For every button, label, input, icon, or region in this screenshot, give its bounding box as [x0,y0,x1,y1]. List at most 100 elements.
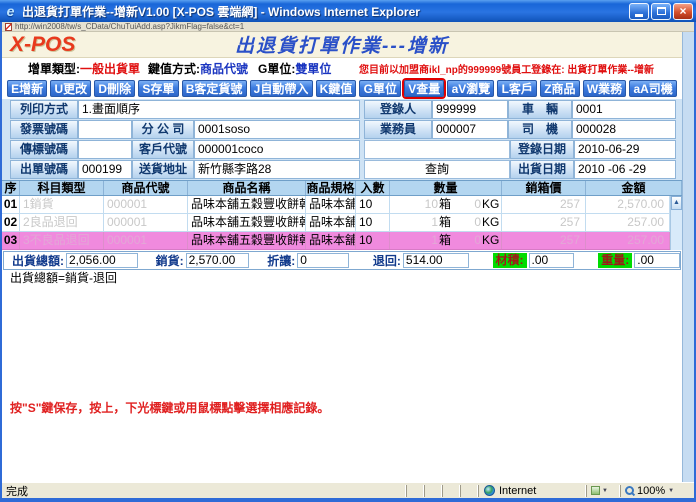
discount-field[interactable]: 0 [297,253,349,268]
cell-price: 257 [502,196,586,213]
invoice-label: 發票號碼 [10,120,78,139]
table-scrollbar[interactable]: ▲ [670,196,682,250]
invoice-field[interactable] [78,120,132,139]
xpos-logo: X-POS [10,33,75,57]
page-title: 出退貨打單作業---增新 [2,31,682,58]
cell-quantity: 1箱0KG [390,214,502,231]
toolbar-button-aV[interactable]: aV瀏覽 [447,80,494,97]
title-bar: e 出退貨打單作業--增新V1.00 [X-POS 雲端網] - Windows… [0,0,696,22]
cell-spec: 品味本舖五 [306,232,356,249]
toolbar-button-L[interactable]: L客戶 [497,80,537,97]
slip-label: 傳標號碼 [10,140,78,159]
table-row[interactable]: 022良品退回000001品味本舖五穀豐收餅乾品味本舖五101箱0KG25725… [2,214,670,232]
spacer [2,287,682,400]
g-unit-value: 雙單位 [295,60,331,77]
column-header-2: 商品代號 [104,181,188,195]
driver-field[interactable]: 000028 [572,120,676,139]
toolbar-button-S[interactable]: S存單 [138,80,178,97]
table-body: 011銷貨000001品味本舖五穀豐收餅乾品味本舖五1010箱0KG2572,5… [2,196,682,250]
cell-quantity: 1箱0KG [390,232,502,249]
cell-type: 1銷貨 [20,196,104,213]
window-frame: http://win2008/tw/s_CData/ChuTuiAdd.asp?… [0,22,696,502]
status-text: 完成 [2,483,406,499]
registrant-field[interactable]: 999999 [432,100,508,119]
security-zone-panel: Internet [478,485,586,497]
minimize-button[interactable] [629,3,649,20]
weight-label: 重量: [598,253,632,268]
toolbar-button-W[interactable]: W業務 [583,80,627,97]
volume-field[interactable]: .00 [529,253,575,268]
ship-date-field[interactable]: 2010 -06 -29 [574,160,676,179]
key-mode-value: 商品代號 [200,60,248,77]
vehicle-field[interactable]: 0001 [572,100,676,119]
spacer [2,416,682,482]
reg-date-label: 登錄日期 [510,140,574,159]
table-row[interactable]: 033不良品退回000001品味本舖五穀豐收餅乾品味本舖五101箱0KG2572… [2,232,670,250]
salesman-field[interactable]: 000007 [432,120,508,139]
toolbar-button-V[interactable]: V查量 [404,80,444,97]
cell-name: 品味本舖五穀豐收餅乾 [188,214,306,231]
toolbar-button-B[interactable]: B客定貨號 [182,80,247,97]
slip-field[interactable] [78,140,132,159]
toolbar: E增新U更改D刪除S存單B客定貨號J自動帶入K鍵值G單位V查量aV瀏覽L客戶Z商… [2,78,682,99]
cell-amount: 2,570.00 [586,196,670,213]
address-field[interactable]: 新竹縣李路28 [194,160,360,179]
cell-units: 10 [356,232,390,249]
cell-code: 000001 [104,232,188,249]
toolbar-button-J[interactable]: J自動帶入 [250,80,313,97]
zoom-control[interactable]: 100% ▼ [620,485,694,497]
magnifier-icon [625,486,634,495]
cell-type: 2良品退回 [20,214,104,231]
cell-seq: 02 [2,214,20,231]
zoom-level: 100% [637,485,665,497]
toolbar-button-K[interactable]: K鍵值 [316,80,357,97]
query-button[interactable]: 查詢 [364,160,510,179]
cell-units: 10 [356,196,390,213]
cell-type: 3不良品退回 [20,232,104,249]
toolbar-button-E[interactable]: E增新 [7,80,47,97]
order-no-field[interactable]: 000199 [78,160,132,179]
reg-date-field[interactable]: 2010-06-29 [574,140,676,159]
scroll-up-icon[interactable]: ▲ [671,196,682,210]
cell-code: 000001 [104,214,188,231]
ship-total-field[interactable]: 2,056.00 [66,253,138,268]
restore-button[interactable] [651,3,671,20]
toolbar-button-D[interactable]: D刪除 [94,80,135,97]
branch-field[interactable]: 0001soso [194,120,360,139]
return-field[interactable]: 514.00 [403,253,469,268]
login-info: 您目前以加盟商ikl_np的999999號員工登錄在: 出貨打單作業--增新 [359,61,682,76]
toolbar-button-Z[interactable]: Z商品 [540,80,580,97]
print-mode-field[interactable]: 1.畫面順序 [78,100,360,119]
table-row[interactable]: 011銷貨000001品味本舖五穀豐收餅乾品味本舖五1010箱0KG2572,5… [2,196,670,214]
key-mode-label: 鍵值方式: [148,60,200,77]
weight-field[interactable]: .00 [634,253,680,268]
address-label: 送貨地址 [132,160,194,179]
cell-name: 品味本舖五穀豐收餅乾 [188,232,306,249]
toolbar-button-U[interactable]: U更改 [50,80,91,97]
column-header-6: 數量 [390,181,502,195]
items-table: 序科目類型商品代號商品名稱商品規格入數數量銷箱價金額 011銷貨000001品味… [2,180,682,250]
ship-total-label: 出貨總額: [12,252,64,269]
column-header-5: 入數 [356,181,390,195]
vehicle-label: 車 輛 [508,100,572,119]
column-header-1: 科目類型 [20,181,104,195]
close-button[interactable]: × [673,3,693,20]
status-panel [442,485,460,497]
formula-note: 出貨總額=銷貨-退回 [2,270,682,287]
page-scrollbar[interactable] [682,32,694,482]
mode-panel[interactable]: ▼ [586,485,620,497]
driver-label: 司 機 [508,120,572,139]
page-icon [5,23,12,31]
url-text[interactable]: http://win2008/tw/s_CData/ChuTuiAdd.asp?… [15,22,244,31]
cell-spec: 品味本舖五 [306,196,356,213]
toolbar-button-aA[interactable]: aA司機 [629,80,677,97]
page-header: X-POS 出退貨打單作業---增新 [2,32,682,58]
window-title: 出退貨打單作業--增新V1.00 [X-POS 雲端網] - Windows I… [22,3,629,20]
meta-row: 增單類型: 一般出貨單 鍵值方式: 商品代號 G單位: 雙單位 您目前以加盟商i… [2,58,682,78]
customer-field[interactable]: 000001coco [194,140,360,159]
globe-icon [484,485,495,496]
table-header-row: 序科目類型商品代號商品名稱商品規格入數數量銷箱價金額 [2,180,682,196]
sales-field[interactable]: 2,570.00 [186,253,250,268]
cell-amount: 257.00 [586,232,670,249]
toolbar-button-G[interactable]: G單位 [359,80,401,97]
